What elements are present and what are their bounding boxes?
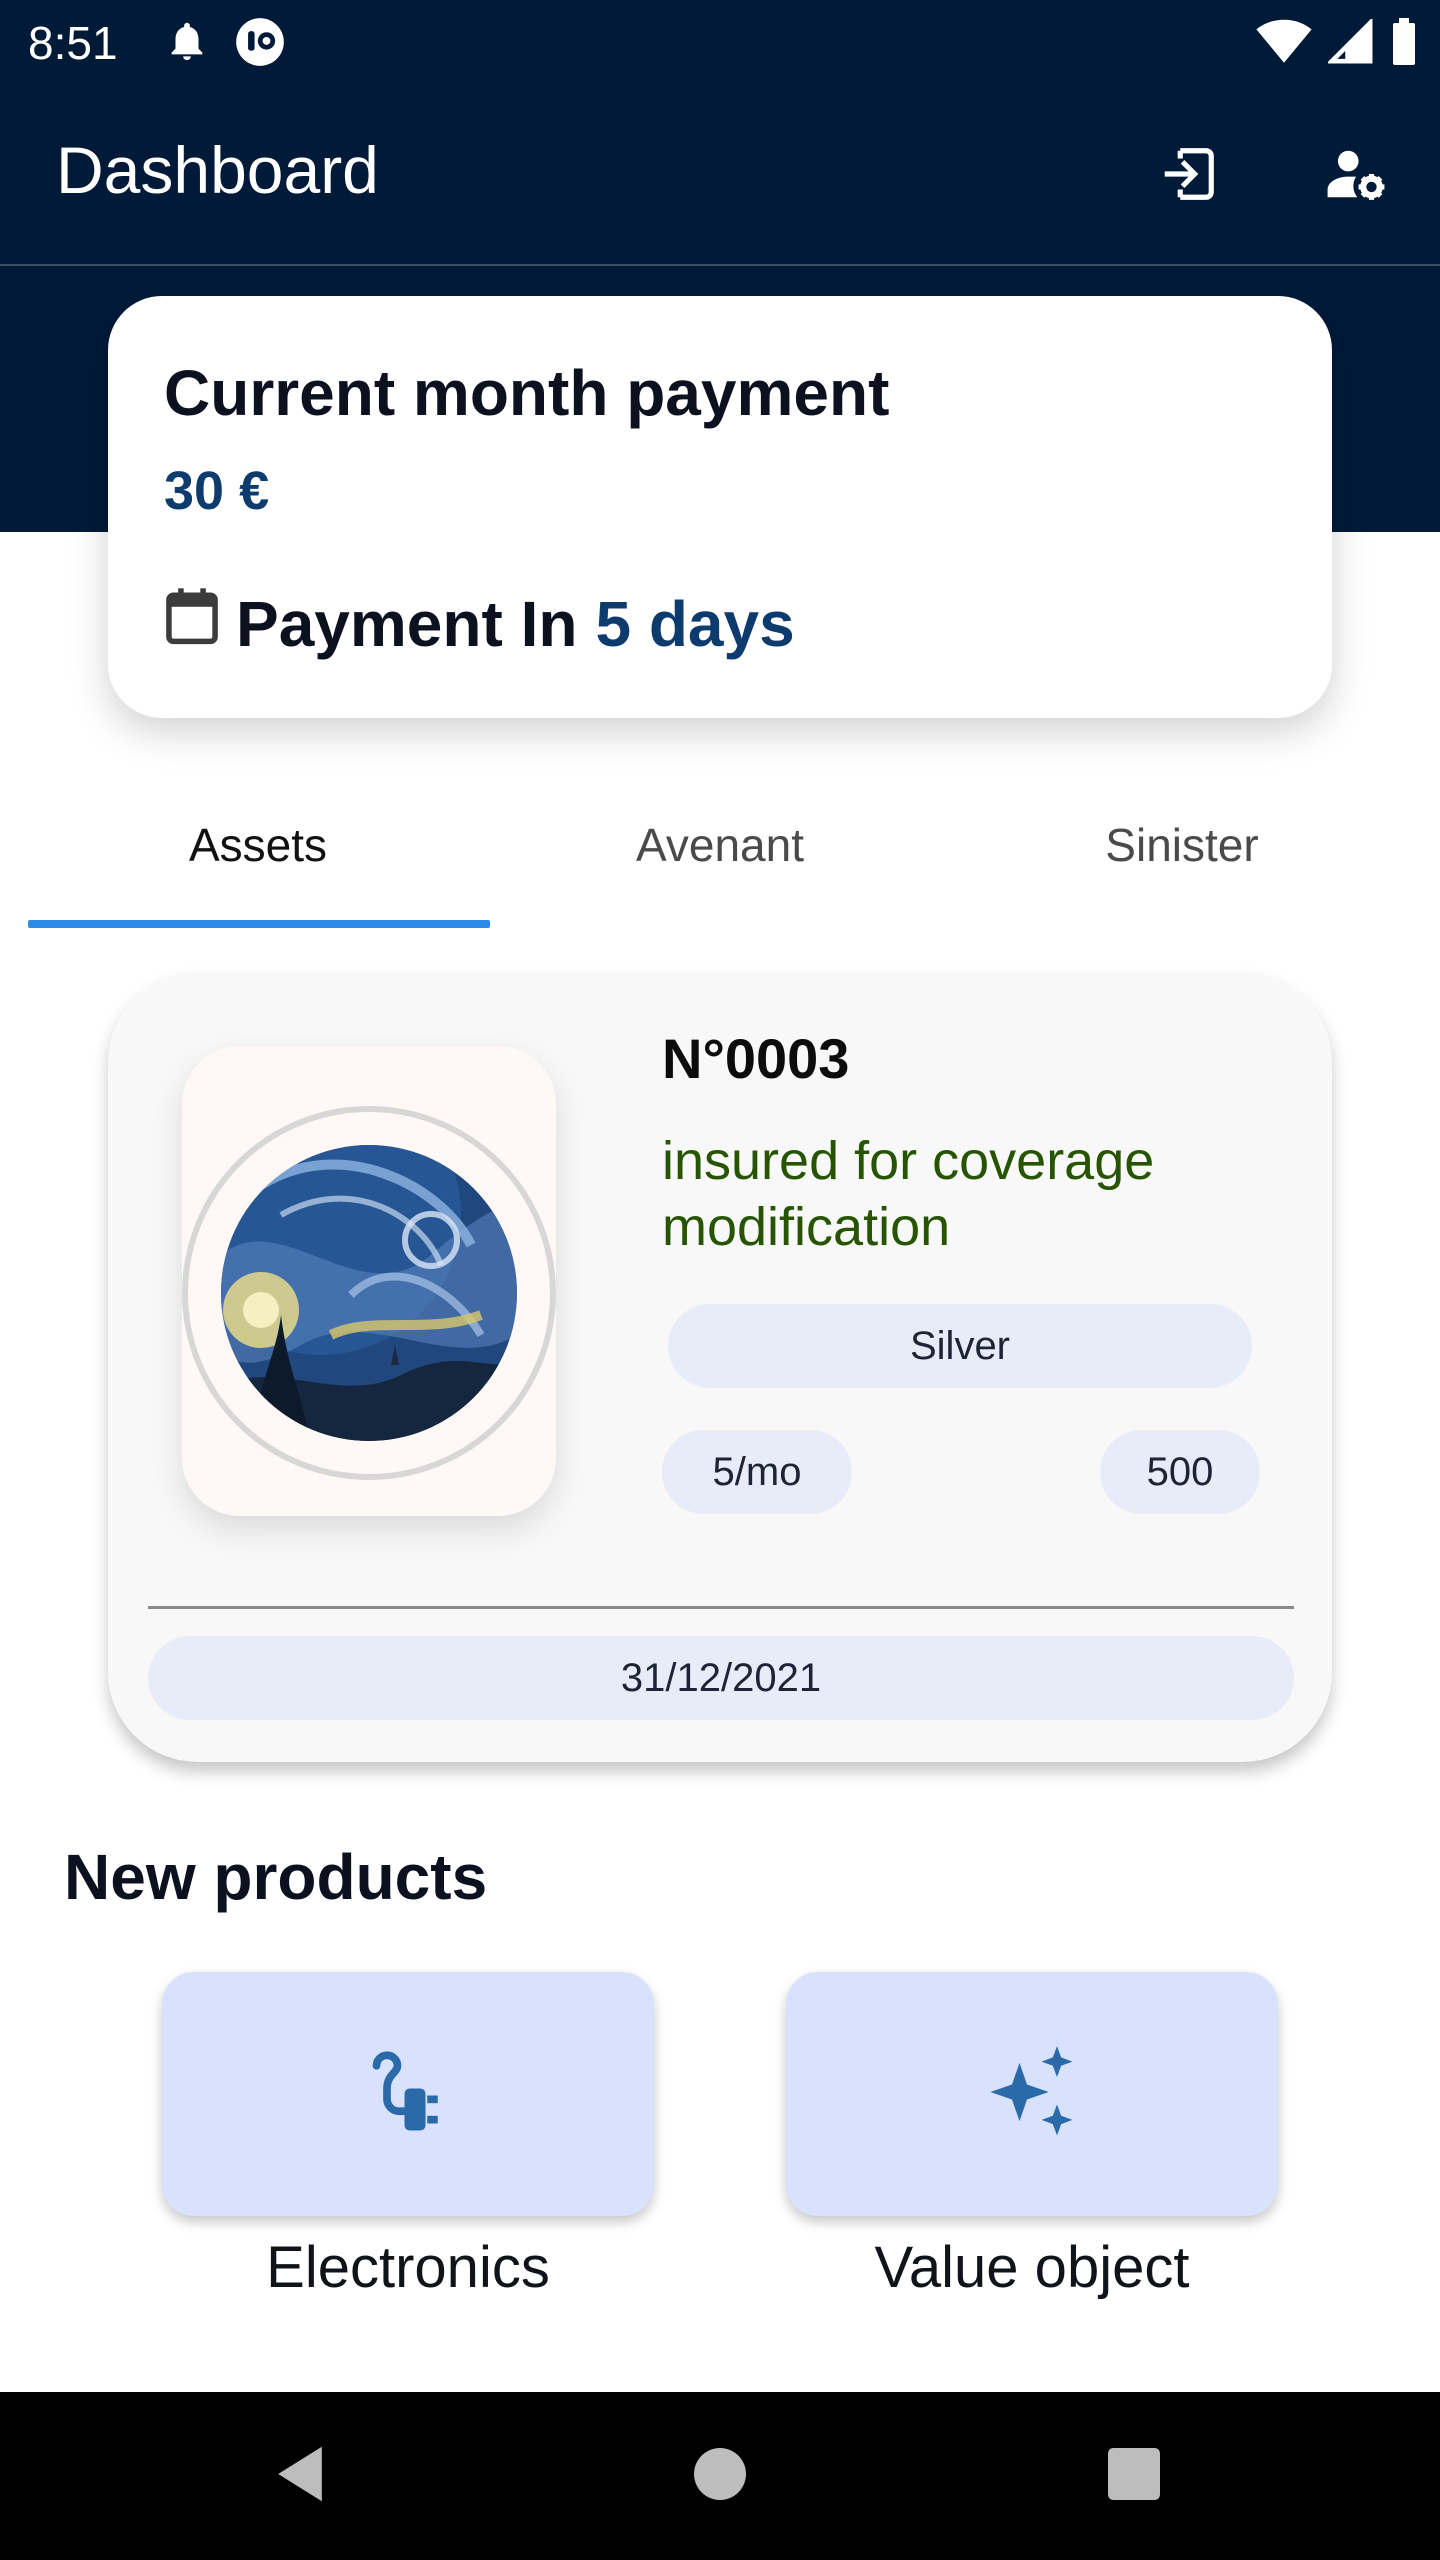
power-plug-icon: [366, 2050, 450, 2139]
recents-button[interactable]: [1050, 2392, 1218, 2560]
signal-icon: [1326, 17, 1374, 70]
app-bar: Dashboard: [0, 84, 1440, 266]
back-button[interactable]: [216, 2392, 384, 2560]
coverage-badge: 500: [1100, 1430, 1260, 1514]
user-settings-button[interactable]: [1316, 136, 1396, 216]
starry-night-painting: [221, 1145, 517, 1441]
status-time: 8:51: [28, 17, 118, 69]
payment-amount: 30 €: [164, 461, 270, 521]
asset-number: N°0003: [662, 1027, 850, 1090]
battery-icon: [1390, 18, 1418, 71]
asset-image-frame: [182, 1046, 556, 1516]
date-badge: 31/12/2021: [148, 1636, 1294, 1720]
product-tile-electronics[interactable]: [162, 1972, 654, 2216]
payment-due-days: 5 days: [595, 587, 795, 660]
home-button[interactable]: [636, 2392, 804, 2560]
tab-bar: Assets Avenant Sinister: [28, 768, 1412, 930]
app-badge-icon: [234, 16, 286, 73]
payment-card: Current month payment 30 € Payment In 5 …: [108, 296, 1332, 718]
payment-due-label: Payment In: [236, 587, 578, 660]
page-title: Dashboard: [56, 133, 379, 207]
back-icon: [272, 2444, 328, 2509]
asset-card[interactable]: N°0003 insured for coverage modification…: [108, 972, 1332, 1762]
logout-icon: [1157, 143, 1219, 210]
section-title-new-products: New products: [64, 1841, 488, 1913]
recents-icon: [1108, 2447, 1160, 2505]
status-bar: 8:51: [0, 0, 1440, 84]
product-label-electronics: Electronics: [266, 2235, 550, 2300]
tab-sinister[interactable]: Sinister: [952, 768, 1412, 922]
user-settings-icon: [1325, 143, 1387, 210]
wifi-icon: [1256, 19, 1312, 70]
calendar-icon: [164, 586, 220, 661]
tab-avenant[interactable]: Avenant: [490, 768, 950, 922]
system-nav-bar: [0, 2392, 1440, 2560]
sparkles-icon: [982, 2042, 1082, 2147]
payment-due: Payment In 5 days: [164, 586, 795, 661]
price-badge: 5/mo: [662, 1430, 852, 1514]
product-label-value-object: Value object: [874, 2235, 1190, 2300]
tab-indicator: [28, 920, 490, 928]
divider: [148, 1606, 1294, 1609]
payment-title: Current month payment: [164, 357, 890, 429]
bell-icon: [164, 16, 210, 73]
product-tile-value-object[interactable]: [786, 1972, 1278, 2216]
tab-assets[interactable]: Assets: [28, 768, 488, 922]
plan-badge: Silver: [668, 1304, 1252, 1388]
asset-description: insured for coverage modification: [662, 1131, 1155, 1257]
home-icon: [694, 2447, 746, 2505]
logout-button[interactable]: [1148, 136, 1228, 216]
